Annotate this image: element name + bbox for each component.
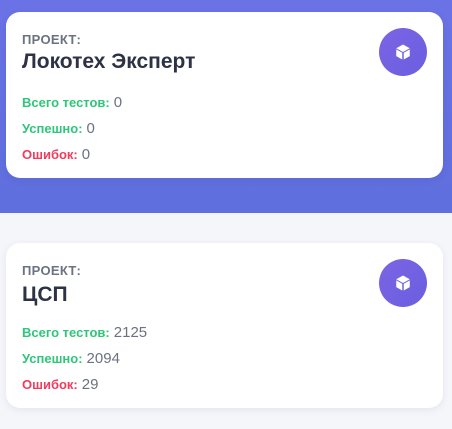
stat-total-value: 2125 [113,323,148,341]
stat-errors-value: 0 [81,145,91,163]
project-icon-button[interactable] [379,259,427,307]
stat-success-value: 2094 [86,349,120,367]
project-name: Локотех Эксперт [22,50,196,73]
stat-total-label: Всего тестов: [22,94,110,110]
stat-success: Успешно: 0 [22,115,122,141]
box-icon [396,275,410,291]
project-stats: Всего тестов: 2125 Успешно: 2094 Ошибок:… [22,319,147,397]
stat-errors-label: Ошибок: [22,376,78,392]
stat-success: Успешно: 2094 [22,345,147,371]
stat-success-label: Успешно: [22,120,83,136]
project-name: ЦСП [22,283,68,306]
stat-total-value: 0 [113,93,123,111]
stat-success-label: Успешно: [22,350,83,366]
project-card[interactable]: ПРОЕКТ: ЦСП Всего тестов: 2125 Успешно: … [6,243,443,408]
stat-errors-label: Ошибок: [22,146,78,162]
project-label: ПРОЕКТ: [22,263,82,278]
stat-errors: Ошибок: 29 [22,371,147,397]
project-card[interactable]: ПРОЕКТ: Локотех Эксперт Всего тестов: 0 … [6,12,443,178]
project-icon-button[interactable] [379,28,427,76]
stat-total-label: Всего тестов: [22,324,110,340]
stat-success-value: 0 [86,119,95,137]
project-stats: Всего тестов: 0 Успешно: 0 Ошибок: 0 [22,89,122,167]
stat-errors-value: 29 [81,375,99,393]
stat-total: Всего тестов: 0 [22,89,122,115]
project-label: ПРОЕКТ: [22,32,82,47]
stat-total: Всего тестов: 2125 [22,319,147,345]
box-icon [396,44,410,60]
stat-errors: Ошибок: 0 [22,141,122,167]
